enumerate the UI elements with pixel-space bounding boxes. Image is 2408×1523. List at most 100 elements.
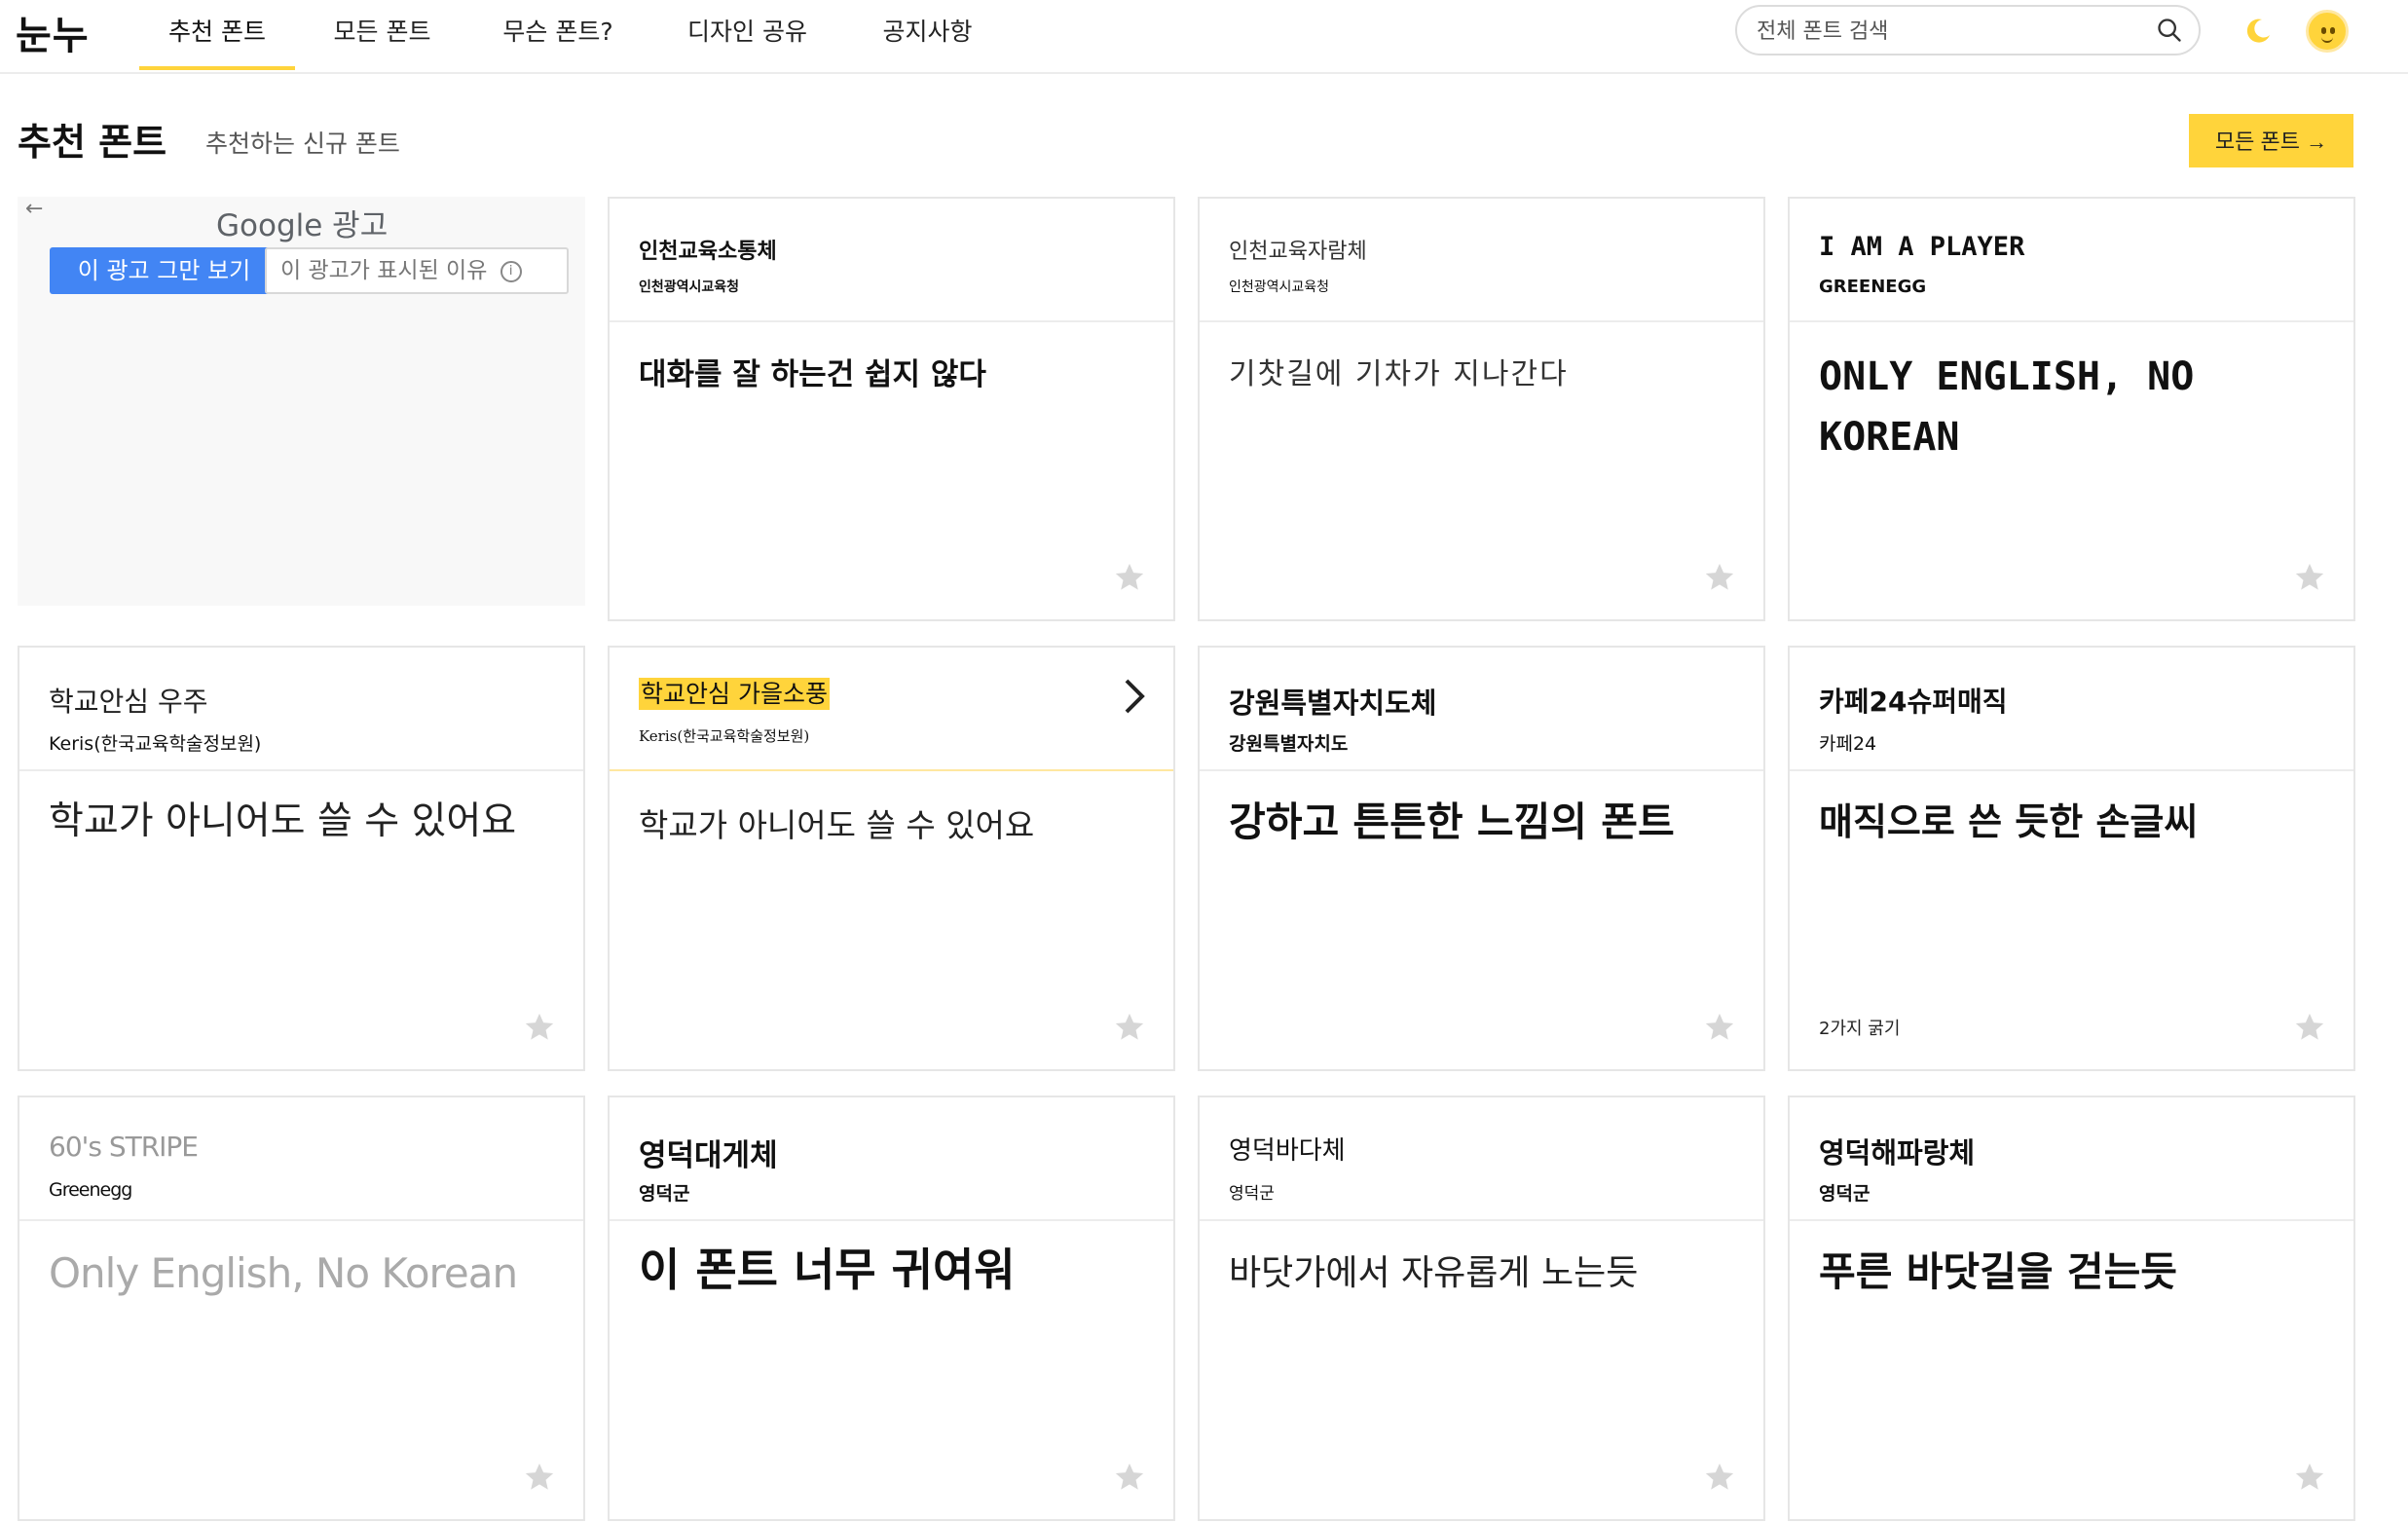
font-card[interactable]: 인천교육자람체 인천광역시교육청 기찻길에 기차가 지나간다: [1198, 197, 1765, 621]
chevron-right-icon[interactable]: [1121, 677, 1148, 716]
font-card[interactable]: 카페24슈퍼매직 카페24 매직으로 쓴 듯한 손글씨 2가지 굵기: [1788, 646, 2355, 1071]
font-card-header: 학교안심 우주 Keris(한국교육학술정보원): [19, 648, 583, 771]
font-maker: 인천광역시교육청: [639, 279, 740, 295]
google-ad: ← Google 광고 이 광고 그만 보기 이 광고가 표시된 이유 i: [18, 197, 585, 606]
font-name: 카페24슈퍼매직: [1819, 686, 2008, 718]
font-card[interactable]: I AM A PLAYER GREENEGG ONLY ENGLISH, NO …: [1788, 197, 2355, 621]
font-sample: 이 폰트 너무 귀여워: [639, 1244, 1016, 1296]
font-sample: 푸른 바닷길을 걷는듯: [1819, 1248, 2178, 1295]
avatar-mouth: [2321, 37, 2333, 43]
search-box: [1735, 5, 2201, 56]
star-icon[interactable]: [523, 1461, 556, 1494]
ad-why-label: 이 광고가 표시된 이유: [280, 258, 488, 283]
font-card[interactable]: 영덕대게체 영덕군 이 폰트 너무 귀여워: [608, 1096, 1175, 1521]
font-name: 인천교육자람체: [1229, 240, 1367, 264]
font-name: 영덕대게체: [639, 1138, 778, 1173]
font-card-header: 학교안심 가을소풍 Keris(한국교육학술정보원): [610, 648, 1173, 771]
font-name: 강원특별자치도체: [1229, 687, 1437, 720]
font-sample: 학교가 아니어도 쓸 수 있어요: [639, 806, 1035, 844]
top-header: 눈누 추천 폰트 모든 폰트 무슨 폰트? 디자인 공유 공지사항: [0, 0, 2408, 74]
ad-stop-button[interactable]: 이 광고 그만 보기: [50, 247, 278, 294]
font-card-header: 영덕해파랑체 영덕군: [1790, 1097, 2353, 1221]
tab-recommended-fonts[interactable]: 추천 폰트: [139, 0, 295, 70]
tab-label: 무슨 폰트?: [502, 18, 613, 46]
avatar[interactable]: [2306, 10, 2349, 53]
star-icon[interactable]: [1113, 1461, 1146, 1494]
tab-design-share[interactable]: 디자인 공유: [672, 0, 823, 70]
font-name: 인천교육소통체: [639, 239, 777, 264]
font-card-header: 인천교육자람체 인천광역시교육청: [1200, 199, 1763, 322]
font-maker: 카페24: [1819, 733, 1877, 755]
font-name: 영덕바다체: [1229, 1136, 1346, 1166]
star-icon[interactable]: [1703, 1011, 1736, 1044]
tab-all-fonts[interactable]: 모든 폰트: [312, 0, 453, 70]
star-icon[interactable]: [1703, 561, 1736, 594]
font-sample: 학교가 아니어도 쓸 수 있어요: [49, 799, 517, 843]
star-icon[interactable]: [1113, 561, 1146, 594]
font-maker: Keris(한국교육학술정보원): [49, 733, 262, 755]
star-icon[interactable]: [2293, 1461, 2326, 1494]
font-sample: 기찻길에 기차가 지나간다: [1229, 357, 1569, 391]
font-name: I AM A PLAYER: [1819, 232, 2025, 262]
star-icon[interactable]: [1113, 1011, 1146, 1044]
font-card[interactable]: 영덕해파랑체 영덕군 푸른 바닷길을 걷는듯: [1788, 1096, 2355, 1521]
avatar-eye: [2321, 27, 2326, 34]
avatar-eye: [2330, 27, 2335, 34]
section-title: 추천 폰트: [18, 121, 167, 164]
font-sample: 대화를 잘 하는건 쉽지 않다: [639, 357, 986, 392]
font-maker: Greenegg: [49, 1179, 132, 1201]
ad-why-button[interactable]: 이 광고가 표시된 이유 i: [265, 247, 569, 294]
tab-label: 디자인 공유: [687, 18, 807, 46]
font-sample: 강하고 튼튼한 느낌의 폰트: [1229, 799, 1675, 845]
font-card[interactable]: 영덕바다체 영덕군 바닷가에서 자유롭게 노는듯: [1198, 1096, 1765, 1521]
font-maker: 강원특별자치도: [1229, 733, 1349, 755]
font-card-header: 카페24슈퍼매직 카페24: [1790, 648, 2353, 771]
search-icon[interactable]: [2156, 17, 2183, 44]
font-name: 영덕해파랑체: [1819, 1136, 1976, 1170]
font-card[interactable]: 60's STRIPE Greenegg Only English, No Ko…: [18, 1096, 585, 1521]
font-card-header: 인천교육소통체 인천광역시교육청: [610, 199, 1173, 322]
active-tab-underline: [139, 66, 295, 70]
section-subtitle: 추천하는 신규 폰트: [205, 130, 400, 158]
font-card-header: I AM A PLAYER GREENEGG: [1790, 199, 2353, 322]
font-name: 60's STRIPE: [49, 1131, 199, 1163]
ad-google-label: Google 광고: [216, 208, 389, 243]
weight-count: 2가지 굵기: [1819, 1019, 1901, 1039]
tab-label: 공지사항: [882, 18, 973, 46]
font-maker: 인천광역시교육청: [1229, 279, 1330, 295]
tab-label: 추천 폰트: [168, 18, 266, 46]
font-name: 학교안심 우주: [49, 686, 208, 718]
search-input[interactable]: [1755, 15, 2138, 48]
star-icon[interactable]: [1703, 1461, 1736, 1494]
tab-label: 모든 폰트: [333, 18, 431, 46]
font-name-wrap: 학교안심 가을소풍: [639, 675, 830, 710]
ad-back-arrow-icon[interactable]: ←: [25, 197, 43, 221]
font-card-header: 60's STRIPE Greenegg: [19, 1097, 583, 1221]
tab-notice[interactable]: 공지사항: [862, 0, 993, 70]
font-sample: 바닷가에서 자유롭게 노는듯: [1229, 1253, 1639, 1293]
site-logo[interactable]: 눈누: [16, 4, 90, 60]
font-card[interactable]: 인천교육소통체 인천광역시교육청 대화를 잘 하는건 쉽지 않다: [608, 197, 1175, 621]
font-card-header: 영덕바다체 영덕군: [1200, 1097, 1763, 1221]
tab-what-font[interactable]: 무슨 폰트?: [485, 0, 631, 70]
info-icon: i: [500, 260, 522, 282]
font-maker: Keris(한국교육학술정보원): [639, 727, 810, 745]
font-card-header: 강원특별자치도체 강원특별자치도: [1200, 648, 1763, 771]
font-maker: 영덕군: [639, 1183, 690, 1205]
font-sample: Only English, No Korean: [49, 1249, 518, 1297]
font-card[interactable]: 학교안심 가을소풍 Keris(한국교육학술정보원) 학교가 아니어도 쓸 수 …: [608, 646, 1175, 1071]
star-icon[interactable]: [2293, 1011, 2326, 1044]
font-sample: 매직으로 쓴 듯한 손글씨: [1819, 800, 2199, 843]
star-icon[interactable]: [2293, 561, 2326, 594]
font-maker: GREENEGG: [1819, 277, 1927, 297]
font-maker: 영덕군: [1819, 1183, 1871, 1205]
font-card[interactable]: 학교안심 우주 Keris(한국교육학술정보원) 학교가 아니어도 쓸 수 있어…: [18, 646, 585, 1071]
font-name: 학교안심 가을소풍: [639, 678, 830, 710]
moon-icon[interactable]: [2242, 16, 2274, 47]
all-fonts-button[interactable]: 모든 폰트 →: [2189, 114, 2353, 167]
font-card-header: 영덕대게체 영덕군: [610, 1097, 1173, 1221]
font-sample: ONLY ENGLISH, NO KOREAN: [1819, 354, 2195, 460]
font-card[interactable]: 강원특별자치도체 강원특별자치도 강하고 튼튼한 느낌의 폰트: [1198, 646, 1765, 1071]
font-maker: 영덕군: [1229, 1184, 1275, 1204]
star-icon[interactable]: [523, 1011, 556, 1044]
